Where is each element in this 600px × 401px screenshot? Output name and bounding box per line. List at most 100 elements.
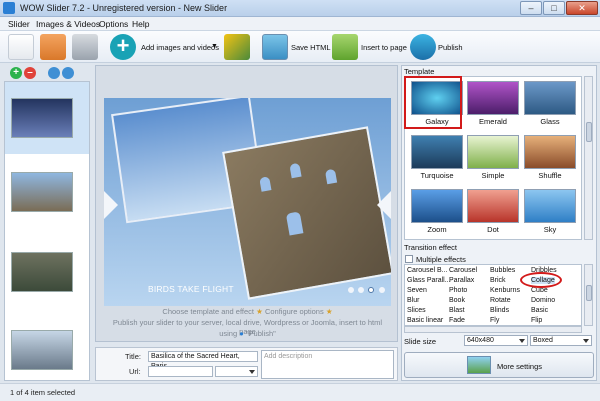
menu-slider[interactable]: Slider <box>8 19 30 29</box>
add-image-button[interactable]: + <box>10 67 22 79</box>
chevron-down-icon <box>519 339 525 343</box>
ruin-window <box>289 162 302 179</box>
slide-size-select[interactable]: 640x480 <box>464 335 528 346</box>
effect-item[interactable]: Brick <box>490 277 506 284</box>
add-images-button[interactable]: Add images and videos <box>141 43 219 52</box>
status-text: 1 of 4 item selected <box>10 388 76 397</box>
url-input[interactable] <box>148 366 213 377</box>
effect-item[interactable]: Cube <box>531 287 548 294</box>
image-thumbnail-list[interactable] <box>4 81 90 381</box>
next-slide-arrow[interactable] <box>377 191 391 219</box>
effect-item[interactable]: Flip <box>531 317 542 324</box>
insert-to-page-icon[interactable] <box>332 34 358 60</box>
template-thumbnail <box>467 81 519 115</box>
prev-slide-arrow[interactable] <box>104 191 118 219</box>
slide-dot[interactable] <box>379 287 385 293</box>
effect-item[interactable]: Kenburns <box>490 287 520 294</box>
effect-item[interactable]: Book <box>449 297 465 304</box>
chevron-down-icon <box>249 370 255 374</box>
template-dot[interactable]: Dot <box>467 189 519 234</box>
image-properties: Title: Basilica of the Sacred Heart, Par… <box>95 347 398 381</box>
save-html-icon[interactable] <box>262 34 288 60</box>
template-emerald[interactable]: Emerald <box>467 81 519 126</box>
effect-horizontal-scrollbar[interactable] <box>404 326 582 333</box>
url-target-select[interactable] <box>215 366 258 377</box>
template-shuffle[interactable]: Shuffle <box>524 135 576 180</box>
image-thumbnail-city[interactable] <box>11 330 73 370</box>
add-images-icon[interactable]: + <box>110 34 136 60</box>
save-html-button[interactable]: Save HTML <box>291 43 331 52</box>
effect-item[interactable]: Fade <box>449 317 465 324</box>
slide-dot-active[interactable] <box>368 287 374 293</box>
template-simple[interactable]: Simple <box>467 135 519 180</box>
image-thumbnail-basilica[interactable] <box>11 98 73 138</box>
template-turquoise[interactable]: Turquoise <box>411 135 463 180</box>
star-icon: ★ <box>325 307 333 316</box>
new-slider-icon[interactable] <box>8 34 34 60</box>
effect-item[interactable]: Domino <box>531 297 555 304</box>
ruin-window <box>285 211 304 236</box>
slide-caption: BIRDS TAKE FLIGHT <box>148 284 234 294</box>
effect-item[interactable]: Blast <box>449 307 465 314</box>
scrollbar-thumb[interactable] <box>586 285 592 301</box>
settings-panel: Template Galaxy Emerald Glass Turquoise … <box>401 65 597 381</box>
effect-item[interactable]: Photo <box>449 287 467 294</box>
hint-line-1: Choose template and effect ★ Configure o… <box>162 307 333 316</box>
effect-item[interactable]: Glass Parall... <box>407 277 451 284</box>
scrollbar-thumb[interactable] <box>586 122 592 142</box>
effect-item[interactable]: Parallax <box>449 277 474 284</box>
more-settings-button[interactable]: More settings <box>404 352 594 378</box>
template-thumbnail <box>411 189 463 223</box>
template-label: Template <box>404 67 435 76</box>
menu-images-videos[interactable]: Images & Videos <box>36 19 100 29</box>
template-glass[interactable]: Glass <box>524 81 576 126</box>
effect-item[interactable]: Basic linear <box>407 317 443 324</box>
slide-size-label: Slide size <box>404 337 437 346</box>
save-slider-icon[interactable] <box>72 34 98 60</box>
image-thumbnail-ruins[interactable] <box>11 172 73 212</box>
remove-image-button[interactable]: – <box>24 67 36 79</box>
description-input[interactable]: Add description <box>261 350 394 379</box>
effect-scrollbar[interactable] <box>584 264 593 326</box>
effect-item[interactable]: Seven <box>407 287 427 294</box>
ruin-window <box>324 168 338 185</box>
tools-icon[interactable] <box>224 34 250 60</box>
slide-mode-select[interactable]: Boxed <box>530 335 592 346</box>
rotate-left-icon[interactable] <box>48 67 60 79</box>
chevron-down-icon[interactable]: ▼ <box>211 43 218 50</box>
effect-item[interactable]: Blur <box>407 297 419 304</box>
template-thumbnail <box>524 135 576 169</box>
effect-item[interactable]: Slices <box>407 307 426 314</box>
effect-item[interactable]: Rotate <box>490 297 511 304</box>
effect-item[interactable]: Blinds <box>490 307 509 314</box>
publish-button[interactable]: Publish <box>438 43 463 52</box>
effect-item[interactable]: Fly <box>490 317 499 324</box>
template-scrollbar[interactable] <box>584 76 593 240</box>
title-input[interactable]: Basilica of the Sacred Heart, Paris <box>148 351 258 370</box>
hint-line-3: using ● "Publish" <box>219 329 276 338</box>
maximize-button[interactable]: □ <box>543 1 565 15</box>
effect-item[interactable]: Carousel <box>449 267 477 274</box>
menu-help[interactable]: Help <box>132 19 149 29</box>
close-button[interactable]: ✕ <box>566 1 598 15</box>
template-zoom[interactable]: Zoom <box>411 189 463 234</box>
preview-slide[interactable]: BIRDS TAKE FLIGHT <box>104 98 391 306</box>
slide-dot[interactable] <box>358 287 364 293</box>
multiple-effects-checkbox[interactable] <box>405 255 413 263</box>
image-list-panel: + – <box>4 65 90 381</box>
effect-item[interactable]: Basic <box>531 307 548 314</box>
ruin-window <box>259 176 272 192</box>
effect-item[interactable]: Carousel B... <box>407 267 447 274</box>
effect-item[interactable]: Bubbles <box>490 267 515 274</box>
image-thumbnail-castle[interactable] <box>11 252 73 292</box>
minimize-button[interactable]: – <box>520 1 542 15</box>
template-sky[interactable]: Sky <box>524 189 576 234</box>
slide-dot[interactable] <box>348 287 354 293</box>
publish-icon[interactable] <box>410 34 436 60</box>
menu-options[interactable]: Options <box>99 19 128 29</box>
insert-to-page-button[interactable]: Insert to page <box>361 43 407 52</box>
selected-effect-highlight <box>520 272 562 288</box>
rotate-right-icon[interactable] <box>62 67 74 79</box>
more-settings-label: More settings <box>497 362 543 371</box>
open-slider-icon[interactable] <box>40 34 66 60</box>
